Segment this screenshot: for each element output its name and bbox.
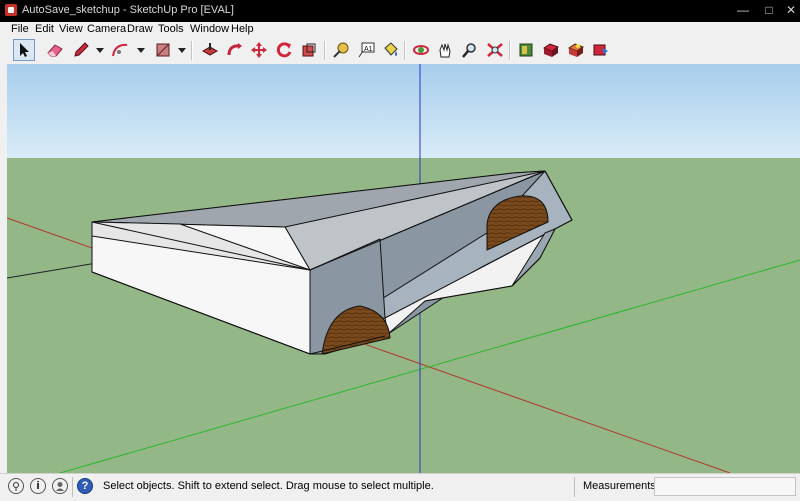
pan-icon [439,43,451,58]
rotate-icon [276,42,292,58]
user-icon[interactable] [52,478,68,494]
toolbar-separator [324,41,326,60]
status-separator [574,477,575,497]
follow-me-icon [227,43,242,56]
window-title: AutoSave_sketchup - SketchUp Pro [EVAL] [22,4,234,16]
text-icon: A1 [358,42,375,58]
zoom-icon [462,43,476,58]
menu-bar: File Edit View Camera Draw Tools Window … [0,22,800,37]
menu-help[interactable]: Help [231,23,254,35]
paint-bucket-tool-button[interactable] [380,39,402,61]
measurements-field[interactable] [654,477,796,496]
arc-icon [112,43,128,57]
zoom-tool-button[interactable] [459,39,481,61]
follow-me-tool-button[interactable] [224,39,246,61]
paint-bucket-icon [384,42,398,56]
extension-warehouse-button[interactable] [590,39,612,61]
arc-dropdown-icon[interactable] [137,48,145,53]
tape-measure-tool-button[interactable] [330,39,352,61]
menu-draw[interactable]: Draw [127,23,153,35]
share-model-button[interactable] [540,39,562,61]
toolbar-separator [191,41,193,60]
pan-tool-button[interactable] [434,39,456,61]
sky [0,64,800,158]
offset-tool-button[interactable] [298,39,320,61]
close-icon: ✕ [785,3,797,17]
select-icon [20,43,29,57]
tape-measure-icon [333,42,349,58]
menu-camera[interactable]: Camera [87,23,126,35]
status-separator [72,477,73,497]
orbit-icon [413,45,429,55]
zoom-extents-icon [487,43,503,57]
maximize-icon: □ [765,3,773,17]
viewport-left-border [0,64,7,473]
components-icon [567,43,585,57]
push-pull-icon [201,43,219,56]
text-tool-button[interactable]: A1 [355,39,377,61]
move-tool-button[interactable] [248,39,270,61]
rectangle-dropdown-icon[interactable] [178,48,186,53]
rectangle-tool-button[interactable] [152,39,174,61]
offset-icon [302,43,316,57]
model-viewport[interactable] [0,64,800,473]
minimize-button[interactable]: — [730,0,756,20]
geo-location-icon[interactable] [8,478,24,494]
rotate-tool-button[interactable] [273,39,295,61]
eraser-tool-button[interactable] [44,39,66,61]
title-bar: AutoSave_sketchup - SketchUp Pro [EVAL] … [0,0,800,22]
eraser-icon [47,44,63,57]
toolbar-separator [509,41,511,60]
move-icon [251,42,267,58]
menu-edit[interactable]: Edit [35,23,54,35]
menu-view[interactable]: View [59,23,83,35]
arc-tool-button[interactable] [109,39,131,61]
push-pull-tool-button[interactable] [199,39,221,61]
menu-file[interactable]: File [11,23,29,35]
orbit-tool-button[interactable] [410,39,432,61]
status-message: Select objects. Shift to extend select. … [103,480,434,492]
pencil-icon [74,42,89,57]
instructor-help-icon[interactable]: ? [77,478,93,494]
menu-tools[interactable]: Tools [158,23,184,35]
status-bar: i ? Select objects. Shift to extend sele… [0,473,800,501]
share-model-icon [542,43,560,57]
zoom-extents-tool-button[interactable] [484,39,506,61]
pencil-tool-button[interactable] [70,39,92,61]
credits-icon[interactable]: i [30,478,46,494]
rectangle-icon [156,43,170,57]
components-button[interactable] [565,39,587,61]
select-tool-button[interactable] [13,39,35,61]
scene-canvas [0,64,800,473]
3d-warehouse-button[interactable] [515,39,537,61]
extension-icon [593,44,608,56]
svg-text:A1: A1 [364,46,373,53]
measurements-label: Measurements [583,480,656,492]
close-button[interactable]: ✕ [778,0,800,20]
minimize-icon: — [737,3,749,17]
main-toolbar: A1 [0,37,800,65]
sketchup-app-icon [5,4,17,16]
toolbar-separator [404,41,406,60]
pencil-dropdown-icon[interactable] [96,48,104,53]
3d-warehouse-icon [519,43,533,57]
menu-window[interactable]: Window [190,23,229,35]
